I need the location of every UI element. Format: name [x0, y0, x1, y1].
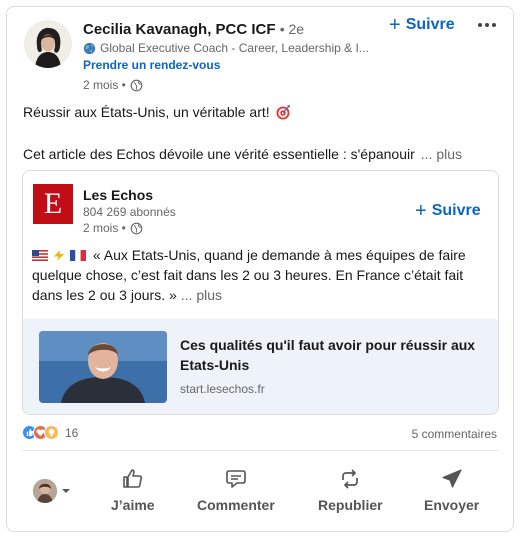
divider — [22, 450, 499, 451]
follow-source-button[interactable]: + Suivre — [415, 200, 481, 222]
reactions-summary[interactable]: 16 — [22, 425, 78, 440]
source-name[interactable]: Les Echos — [83, 187, 153, 203]
actor-avatar — [33, 479, 57, 503]
author-name[interactable]: Cecilia Kavanagh, PCC ICF • 2e — [83, 21, 304, 38]
us-flag-icon — [32, 250, 48, 261]
shared-post[interactable]: E Les Echos 804 269 abonnés 2 mois • + S… — [22, 170, 499, 415]
source-time: 2 mois • — [83, 221, 143, 235]
article-domain: start.lesechos.fr — [180, 382, 265, 396]
like-button[interactable]: J’aime — [111, 467, 155, 513]
insightful-reaction-icon — [44, 425, 59, 440]
post-time: 2 mois • — [83, 78, 143, 92]
chevron-down-icon — [62, 489, 70, 493]
globe-icon — [130, 222, 143, 234]
plus-icon: + — [415, 200, 427, 222]
see-more-link[interactable]: ... plus — [421, 146, 462, 162]
post-title: Réussir aux États-Unis, un véritable art… — [23, 104, 291, 120]
article-preview[interactable]: Ces qualités qu'il faut avoir pour réuss… — [23, 319, 498, 414]
fr-flag-icon — [70, 250, 86, 261]
book-appointment-link[interactable]: Prendre un rendez-vous — [83, 58, 220, 72]
article-thumbnail[interactable] — [39, 331, 167, 403]
article-title[interactable]: Ces qualités qu'il faut avoir pour réuss… — [180, 335, 480, 375]
post-body: Cet article des Echos dévoile une vérité… — [23, 146, 463, 162]
lightning-icon — [54, 250, 64, 261]
shared-text: « Aux Etats-Unis, quand je demande à mes… — [32, 247, 466, 303]
send-icon — [442, 469, 462, 488]
comment-button[interactable]: Commenter — [197, 467, 275, 513]
like-icon — [122, 469, 142, 488]
globe-icon — [83, 42, 96, 54]
repost-button[interactable]: Republier — [318, 467, 383, 513]
repost-icon — [342, 469, 359, 489]
connection-degree: • 2e — [279, 21, 305, 37]
source-followers: 804 269 abonnés — [83, 205, 176, 219]
les-echos-logo[interactable]: E — [33, 184, 73, 224]
reaction-actor-selector[interactable] — [33, 479, 71, 503]
author-headline: Global Executive Coach - Career, Leaders… — [83, 41, 383, 55]
comments-count[interactable]: 5 commentaires — [412, 427, 497, 441]
reaction-count[interactable]: 16 — [65, 426, 78, 440]
globe-icon — [130, 79, 143, 91]
comment-icon — [226, 470, 246, 488]
more-icon — [478, 23, 482, 27]
feed-post: Cecilia Kavanagh, PCC ICF • 2e Global Ex… — [6, 6, 514, 532]
author-avatar[interactable] — [24, 20, 72, 68]
shared-see-more-link[interactable]: ... plus — [181, 287, 222, 303]
more-options-button[interactable] — [475, 13, 499, 37]
plus-icon: + — [389, 14, 401, 36]
follow-button[interactable]: + Suivre — [389, 14, 455, 36]
target-icon — [276, 105, 290, 120]
send-button[interactable]: Envoyer — [424, 467, 479, 513]
